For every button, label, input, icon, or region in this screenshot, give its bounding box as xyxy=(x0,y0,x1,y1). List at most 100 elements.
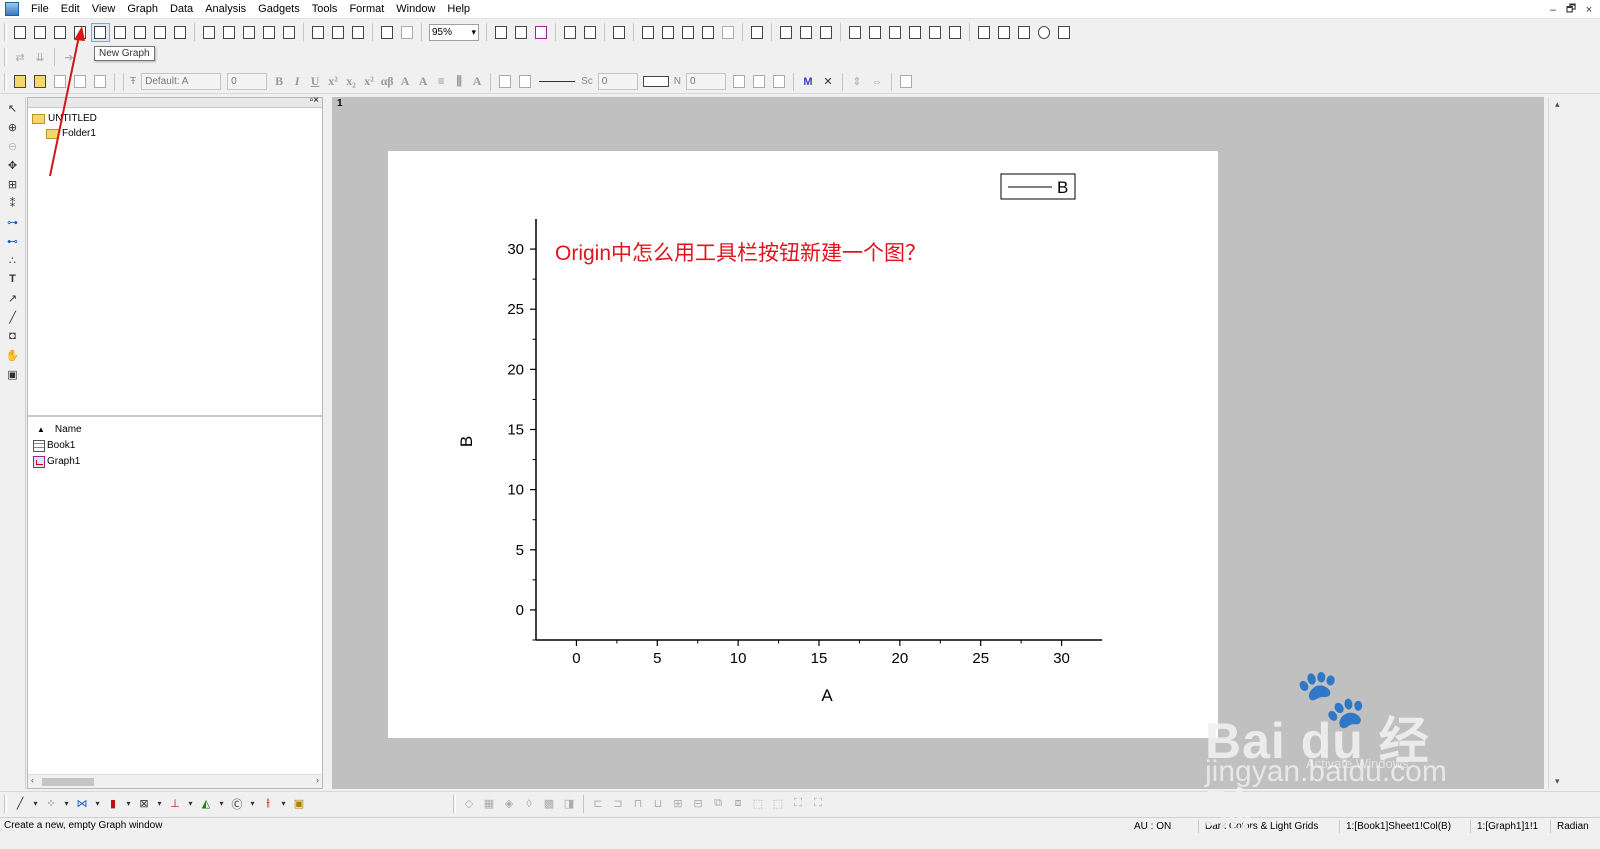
status-active-column[interactable]: 1:[Book1]Sheet1!Col(B) xyxy=(1339,820,1451,833)
minimize-button[interactable]: – xyxy=(1546,4,1560,16)
add-inset-right-button[interactable] xyxy=(947,24,964,41)
line-color-button[interactable] xyxy=(517,73,534,90)
unmask-button[interactable]: ✕ xyxy=(820,73,837,90)
new-matrix-button[interactable] xyxy=(112,24,129,41)
scroll-left-icon[interactable]: ‹ xyxy=(31,775,34,785)
draw-data-tool[interactable]: ∴ xyxy=(5,252,21,268)
increase-font-button[interactable]: A xyxy=(397,74,413,89)
column-button[interactable]: ⫼ xyxy=(451,74,467,89)
column-plot-button[interactable]: ▮ xyxy=(105,795,122,812)
ungroup-button[interactable]: ⬚ xyxy=(770,795,787,812)
paint-button[interactable] xyxy=(12,73,29,90)
pattern-button[interactable] xyxy=(642,73,670,90)
list-item-book1[interactable]: Book1 xyxy=(33,438,75,453)
subscript-button[interactable]: x₂ xyxy=(343,74,359,89)
line-style-select[interactable]: Sc xyxy=(581,76,593,87)
command-window-button[interactable] xyxy=(660,24,677,41)
add-layer-button[interactable] xyxy=(720,24,737,41)
layer-number[interactable]: 1 xyxy=(337,98,343,109)
color-scale-button[interactable] xyxy=(1016,24,1033,41)
mask-button[interactable]: M xyxy=(800,73,817,90)
scatter-plot-dropdown[interactable]: ▾ xyxy=(63,795,71,812)
new-graph-button[interactable] xyxy=(90,22,110,42)
grid-button[interactable] xyxy=(771,73,788,90)
explorer-splitter[interactable] xyxy=(28,415,322,417)
align-right-objects-button[interactable]: ⊐ xyxy=(610,795,627,812)
toolbar-grip[interactable] xyxy=(4,72,7,91)
decrease-font-button[interactable]: A xyxy=(415,74,431,89)
explorer-close-icon[interactable]: ▫× xyxy=(310,95,319,106)
area-plot-dropdown[interactable]: ▾ xyxy=(218,795,226,812)
line-symbol-plot-dropdown[interactable]: ▾ xyxy=(94,795,102,812)
menu-format[interactable]: Format xyxy=(343,0,390,19)
add-right-y-axis-button[interactable] xyxy=(887,24,904,41)
code-builder-button[interactable] xyxy=(562,24,579,41)
align-top-objects-button[interactable]: ⊓ xyxy=(630,795,647,812)
text-tool[interactable]: T xyxy=(5,271,21,287)
3d-wire-button[interactable]: ◊ xyxy=(521,795,538,812)
font-select[interactable]: Default: A xyxy=(141,73,222,90)
3d-surface-button[interactable]: ◇ xyxy=(461,795,478,812)
line-tool[interactable]: ╱ xyxy=(5,309,21,325)
toolbar-grip[interactable] xyxy=(4,23,7,41)
rescale-button[interactable] xyxy=(749,24,766,41)
statistics-plot-button[interactable]: ⊥ xyxy=(167,795,184,812)
origin-app-icon[interactable] xyxy=(5,2,19,16)
group-button[interactable]: ⬚ xyxy=(750,795,767,812)
3d-bars-button[interactable]: ▦ xyxy=(481,795,498,812)
color-button[interactable] xyxy=(533,24,550,41)
expand-button[interactable]: ⇕ xyxy=(849,73,866,90)
graph-tool[interactable]: ▣ xyxy=(5,366,21,382)
swap-columns-button[interactable]: ⇄ xyxy=(12,49,29,66)
open-template-button[interactable] xyxy=(221,24,238,41)
status-theme[interactable]: Dark Colors & Light Grids xyxy=(1198,820,1318,833)
multi-panel-dropdown[interactable]: ▾ xyxy=(156,795,164,812)
underline-button[interactable]: U xyxy=(307,74,323,89)
project-explorer-button[interactable] xyxy=(611,24,628,41)
list-item-graph1[interactable]: Graph1 xyxy=(33,454,80,469)
hand-tool[interactable]: ✋ xyxy=(5,347,21,363)
script-window-button[interactable] xyxy=(582,24,599,41)
new-folder-button[interactable] xyxy=(32,24,49,41)
recalculate-button[interactable] xyxy=(399,24,416,41)
new-function-button[interactable] xyxy=(132,24,149,41)
layer-management-button[interactable] xyxy=(818,24,835,41)
align-vcenter-button[interactable]: ⊞ xyxy=(670,795,687,812)
column-plot-dropdown[interactable]: ▾ xyxy=(125,795,133,812)
align-left-objects-button[interactable]: ⊏ xyxy=(590,795,607,812)
menu-help[interactable]: Help xyxy=(441,0,476,19)
italic-button[interactable]: I xyxy=(289,74,305,89)
paint-format-button[interactable] xyxy=(32,73,49,90)
send-back-button[interactable]: ⧈ xyxy=(730,795,747,812)
paste-format-button[interactable] xyxy=(92,73,109,90)
scroll-up-icon[interactable]: ▴ xyxy=(1555,99,1560,110)
shape-tool[interactable]: ◘ xyxy=(5,328,21,344)
menu-tools[interactable]: Tools xyxy=(306,0,344,19)
fill-pattern-select[interactable]: N xyxy=(674,76,681,87)
menu-analysis[interactable]: Analysis xyxy=(199,0,252,19)
multi-panel-button[interactable]: ⊠ xyxy=(136,795,153,812)
toolbar-grip[interactable] xyxy=(4,48,7,66)
print-button[interactable] xyxy=(493,24,510,41)
hatch-button[interactable] xyxy=(731,73,748,90)
scale-tool[interactable]: ✥ xyxy=(5,157,21,173)
zoom-select[interactable]: 95% xyxy=(429,23,479,41)
import-wizard-button[interactable] xyxy=(310,24,327,41)
format-painter-button[interactable] xyxy=(52,73,69,90)
open-button[interactable] xyxy=(201,24,218,41)
merge-graphs-button[interactable] xyxy=(798,24,815,41)
region-tool[interactable]: ⊷ xyxy=(5,233,21,249)
tree-folder[interactable]: Folder1 xyxy=(46,126,322,141)
contract-button[interactable]: ⇔ xyxy=(869,73,886,90)
line-plot-button[interactable]: ╱ xyxy=(12,795,29,812)
toolbar-grip[interactable] xyxy=(453,794,456,813)
stack-layers-button[interactable] xyxy=(976,24,993,41)
zoom-out-tool[interactable]: ⊖ xyxy=(5,138,21,154)
new-notes-button[interactable] xyxy=(172,24,189,41)
menu-gadgets[interactable]: Gadgets xyxy=(252,0,306,19)
copy-format-button[interactable] xyxy=(72,73,89,90)
new-layout-button[interactable] xyxy=(152,24,169,41)
duplicate-button[interactable] xyxy=(379,24,396,41)
explorer-horizontal-scrollbar[interactable]: ‹ › xyxy=(28,774,322,788)
workspace-vertical-scrollbar[interactable]: ▴ ▾ xyxy=(1548,97,1570,789)
